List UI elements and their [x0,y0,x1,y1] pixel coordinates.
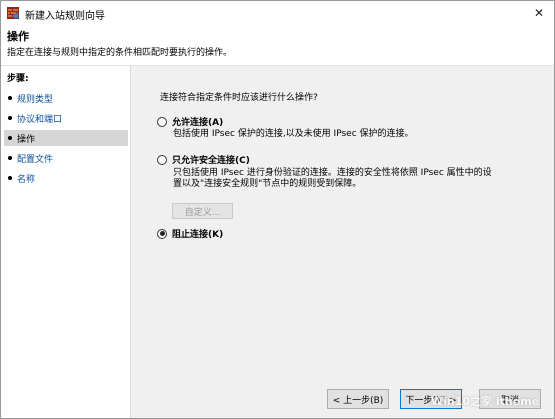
sidebar-item-rule-type[interactable]: 规则类型 [4,90,128,106]
option-secure-description-line2: 置以及"连接安全规则"节点中的规则受到保障。 [173,179,362,189]
bullet-icon [8,176,12,180]
sidebar-item-profile[interactable]: 配置文件 [4,150,128,166]
option-secure-only[interactable]: 只允许安全连接(C) [157,153,250,166]
option-block-connection[interactable]: 阻止连接(K) [157,227,223,240]
sidebar-item-name[interactable]: 名称 [4,170,128,186]
option-label: 阻止连接(K) [172,230,224,240]
sidebar-item-label: 协议和端口 [17,114,63,125]
action-question: 连接符合指定条件时应该进行什么操作? [160,93,318,103]
sidebar-item-label: 规则类型 [17,94,54,105]
page-title: 操作 [7,30,29,43]
window-title: 新建入站规则向导 [25,11,105,22]
page-header: 操作 指定在连接与规则中指定的条件相匹配时要执行的操作。 [1,25,554,61]
title-bar: 新建入站规则向导 ✕ [1,1,554,25]
option-allow-connection[interactable]: 允许连接(A) [157,115,223,128]
close-button[interactable]: ✕ [530,4,548,22]
sidebar-item-label: 操作 [17,134,36,145]
bullet-icon [8,156,12,160]
bullet-icon [8,136,12,140]
steps-sidebar: 步骤: 规则类型 协议和端口 操作 配置文件 名称 [1,65,130,418]
sidebar-item-label: 名称 [17,174,36,185]
bullet-icon [8,96,12,100]
content-pane: 连接符合指定条件时应该进行什么操作? 允许连接(A) 包括使用 IPsec 保护… [130,65,554,418]
close-icon: ✕ [533,6,545,20]
customize-button[interactable]: 自定义... [172,203,233,219]
steps-heading: 步骤: [7,74,29,84]
next-button[interactable]: 下一步(N) > [400,389,462,409]
cancel-button[interactable]: 取消 [479,389,541,409]
bullet-icon [8,116,12,120]
option-label: 允许连接(A) [172,118,224,128]
radio-selected-dot [159,231,165,236]
radio-secure[interactable] [157,154,167,165]
back-button[interactable]: < 上一步(B) [327,389,389,409]
radio-block[interactable] [157,228,167,239]
option-label: 只允许安全连接(C) [172,156,250,166]
wizard-window: 新建入站规则向导 ✕ 操作 指定在连接与规则中指定的条件相匹配时要执行的操作。 … [0,0,555,419]
option-secure-description-line1: 只包括使用 IPsec 进行身份验证的连接。连接的安全性将依照 IPsec 属性… [173,168,492,178]
sidebar-item-action[interactable]: 操作 [4,130,128,146]
radio-allow[interactable] [157,116,167,127]
option-allow-description: 包括使用 IPsec 保护的连接,以及未使用 IPsec 保护的连接。 [173,129,414,139]
sidebar-item-protocol-port[interactable]: 协议和端口 [4,110,128,126]
firewall-app-icon [7,7,19,19]
page-description: 指定在连接与规则中指定的条件相匹配时要执行的操作。 [7,48,233,58]
sidebar-item-label: 配置文件 [17,154,54,165]
